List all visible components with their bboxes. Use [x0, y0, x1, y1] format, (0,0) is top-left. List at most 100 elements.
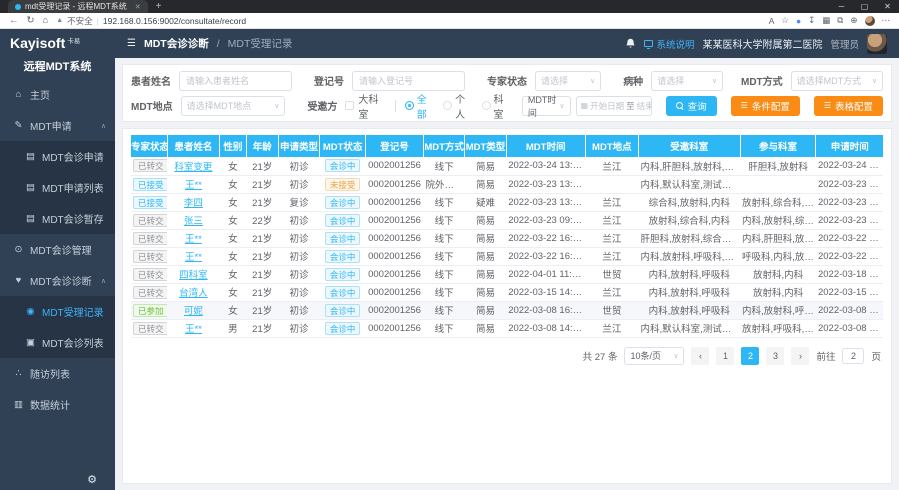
sidebar-item-mdt-diagnosis[interactable]: ♥MDT会诊诊断∧ — [0, 265, 115, 296]
patient-name-link[interactable]: 张三 — [184, 216, 203, 227]
patient-name-link[interactable]: 台湾人 — [179, 288, 208, 299]
read-aloud-icon[interactable]: A — [769, 16, 775, 26]
table-row[interactable]: 已转交王**女21岁初诊会诊中0002001256线下简易2022-03-22 … — [131, 247, 883, 265]
radio-all[interactable]: 全部 — [405, 91, 434, 121]
settings-gear-icon[interactable]: ⚙ — [87, 473, 97, 486]
page-button-1[interactable]: 1 — [716, 347, 734, 365]
time-field-select[interactable]: MDT时间 ∨ — [522, 96, 571, 116]
patient-name-cell[interactable]: 张三 — [167, 211, 220, 229]
more-menu-icon[interactable]: ⋯ — [882, 15, 891, 26]
patient-name-link[interactable]: 王** — [185, 180, 202, 191]
prev-page-button[interactable]: ‹ — [691, 347, 709, 365]
page-button-3[interactable]: 3 — [766, 347, 784, 365]
reg-no-cell: 0002001256 — [366, 265, 424, 283]
sidebar-item-mdt-manage[interactable]: ⊙MDT会诊管理 — [0, 234, 115, 265]
sidebar-item-home[interactable]: ⌂主页 — [0, 79, 115, 110]
patient-name-cell[interactable]: 王** — [167, 229, 220, 247]
patient-name-cell[interactable]: 王** — [167, 175, 220, 193]
goto-page-input[interactable] — [842, 348, 864, 364]
table-row[interactable]: 已转交科室变更女21岁初诊会诊中0002001256线下简易2022-03-24… — [131, 157, 883, 175]
patient-name-input[interactable] — [179, 71, 292, 91]
menu-collapse-icon[interactable]: ☰ — [127, 38, 136, 49]
table-row[interactable]: 已转交四科室女21岁初诊会诊中0002001256线下简易2022-04-01 … — [131, 265, 883, 283]
next-page-button[interactable]: › — [791, 347, 809, 365]
extensions-icon[interactable]: ⊕ — [850, 15, 857, 26]
chevron-up-icon: ∧ — [101, 277, 106, 285]
table-row[interactable]: 已转交王**女21岁初诊会诊中0002001256线下简易2022-03-22 … — [131, 229, 883, 247]
mdt-place-select[interactable]: 请选择MDT地点 ∨ — [181, 96, 286, 116]
reg-no-input[interactable] — [352, 71, 465, 91]
refresh-icon[interactable]: ↻ — [27, 16, 35, 26]
sidebar-item-statistics[interactable]: ▥数据统计 — [0, 389, 115, 420]
expert-status-cell: 已转交 — [131, 229, 167, 247]
browser-profile-avatar[interactable] — [865, 16, 875, 26]
mdt-type-cell: 简易 — [465, 247, 506, 265]
patient-name-link[interactable]: 王** — [185, 324, 202, 335]
disease-select[interactable]: 请选择 ∨ — [651, 71, 723, 91]
patient-name-link[interactable]: 四科室 — [179, 270, 208, 281]
patient-name-link[interactable]: 王** — [185, 234, 202, 245]
sidebar-item-mdt-consult-draft[interactable]: ▤MDT会诊暂存 — [0, 203, 115, 234]
date-range-picker[interactable]: ▦ 开始日期 至 结束日期 — [576, 96, 652, 116]
sidebar-item-mdt-consult-apply[interactable]: ▤MDT会诊申请 — [0, 141, 115, 172]
sidebar-item-label: 随访列表 — [30, 366, 70, 381]
table-row[interactable]: 已参加可妮女21岁初诊会诊中0002001256线下简易2022-03-08 1… — [131, 301, 883, 319]
system-help-link[interactable]: 系统说明 — [644, 37, 694, 51]
window-close-button[interactable]: ✕ — [876, 2, 899, 11]
patient-name-cell[interactable]: 台湾人 — [167, 283, 220, 301]
home-icon[interactable]: ⌂ — [42, 16, 48, 26]
window-minimize-button[interactable]: ─ — [830, 2, 853, 11]
expert-status-select[interactable]: 请选择 ∨ — [535, 71, 601, 91]
patient-name-label: 患者姓名 — [131, 73, 171, 88]
patient-name-link[interactable]: 王** — [185, 252, 202, 263]
invited-depts-cell: 肝胆科,放射科,综合科,内科 — [639, 229, 741, 247]
download-icon[interactable]: ↧ — [808, 15, 815, 26]
sidebar-item-mdt-consult-list[interactable]: ▣MDT会诊列表 — [0, 327, 115, 358]
search-button[interactable]: 查询 — [666, 96, 717, 116]
patient-name-link[interactable]: 可妮 — [184, 306, 203, 317]
address-bar[interactable]: ▲ 不安全 | 192.168.0.156:9002/consultate/re… — [56, 15, 760, 27]
sidebar-item-followup-list[interactable]: ∴随访列表 — [0, 358, 115, 389]
window-maximize-button[interactable]: ▢ — [853, 2, 876, 11]
start-date-placeholder: 开始日期 — [590, 100, 624, 112]
table-row[interactable]: 已接受李四女21岁复诊会诊中0002001256线下疑难2022-03-23 1… — [131, 193, 883, 211]
condition-config-button[interactable]: ☰ 条件配置 — [731, 96, 800, 116]
radio-personal[interactable]: 个人 — [443, 91, 472, 121]
table-row[interactable]: 已转交张三女22岁初诊会诊中0002001256线下简易2022-03-23 0… — [131, 211, 883, 229]
patient-name-link[interactable]: 科室变更 — [174, 162, 212, 173]
patient-name-cell[interactable]: 王** — [167, 247, 220, 265]
dept-checkbox[interactable] — [345, 101, 354, 110]
sidebar-item-mdt-accept-record[interactable]: ◉MDT受理记录 — [0, 296, 115, 327]
copy-icon[interactable]: ⧉ — [837, 15, 843, 26]
table-row[interactable]: 已接受王**女21岁初诊未接受0002001256院外线上简易2022-03-2… — [131, 175, 883, 193]
profile-sync-icon[interactable]: ● — [796, 16, 801, 26]
config-icon: ☰ — [741, 101, 748, 110]
sidebar-item-mdt-apply[interactable]: ✎MDT申请∧ — [0, 110, 115, 141]
mdt-mode-select[interactable]: 请选择MDT方式 ∨ — [791, 71, 883, 91]
bell-icon[interactable] — [625, 38, 636, 49]
browser-tab[interactable]: mdt受理记录 - 远程MDT系统 ✕ — [8, 0, 148, 13]
table-row[interactable]: 已转交台湾人女21岁初诊会诊中0002001256线下简易2022-03-15 … — [131, 283, 883, 301]
patient-name-cell[interactable]: 科室变更 — [167, 157, 220, 175]
radio-dept[interactable]: 科室 — [482, 91, 511, 121]
patient-name-cell[interactable]: 王** — [167, 319, 220, 337]
breadcrumb-current[interactable]: MDT受理记录 — [228, 36, 293, 51]
table-config-button[interactable]: ☰ 表格配置 — [814, 96, 883, 116]
table-row[interactable]: 已转交王**男21岁初诊会诊中0002001256线下简易2022-03-08 … — [131, 319, 883, 337]
patient-name-cell[interactable]: 李四 — [167, 193, 220, 211]
page-button-2[interactable]: 2 — [741, 347, 759, 365]
new-tab-button[interactable]: + — [156, 1, 162, 12]
caret-down-icon: ∨ — [559, 102, 564, 110]
tab-close-icon[interactable]: ✕ — [135, 3, 141, 11]
apps-icon[interactable]: ▦ — [822, 15, 830, 26]
user-avatar[interactable] — [867, 34, 887, 54]
favorite-star-icon[interactable]: ☆ — [781, 15, 789, 26]
sidebar-item-label: 主页 — [30, 87, 50, 102]
sidebar-item-mdt-apply-list[interactable]: ▤MDT申请列表 — [0, 172, 115, 203]
patient-name-link[interactable]: 李四 — [184, 198, 203, 209]
back-icon[interactable]: ← — [9, 16, 19, 26]
patient-name-cell[interactable]: 可妮 — [167, 301, 220, 319]
patient-name-cell[interactable]: 四科室 — [167, 265, 220, 283]
invited-depts-cell: 内科,放射科,呼吸科,影像科 — [639, 247, 741, 265]
page-size-select[interactable]: 10条/页 ∨ — [624, 347, 684, 365]
